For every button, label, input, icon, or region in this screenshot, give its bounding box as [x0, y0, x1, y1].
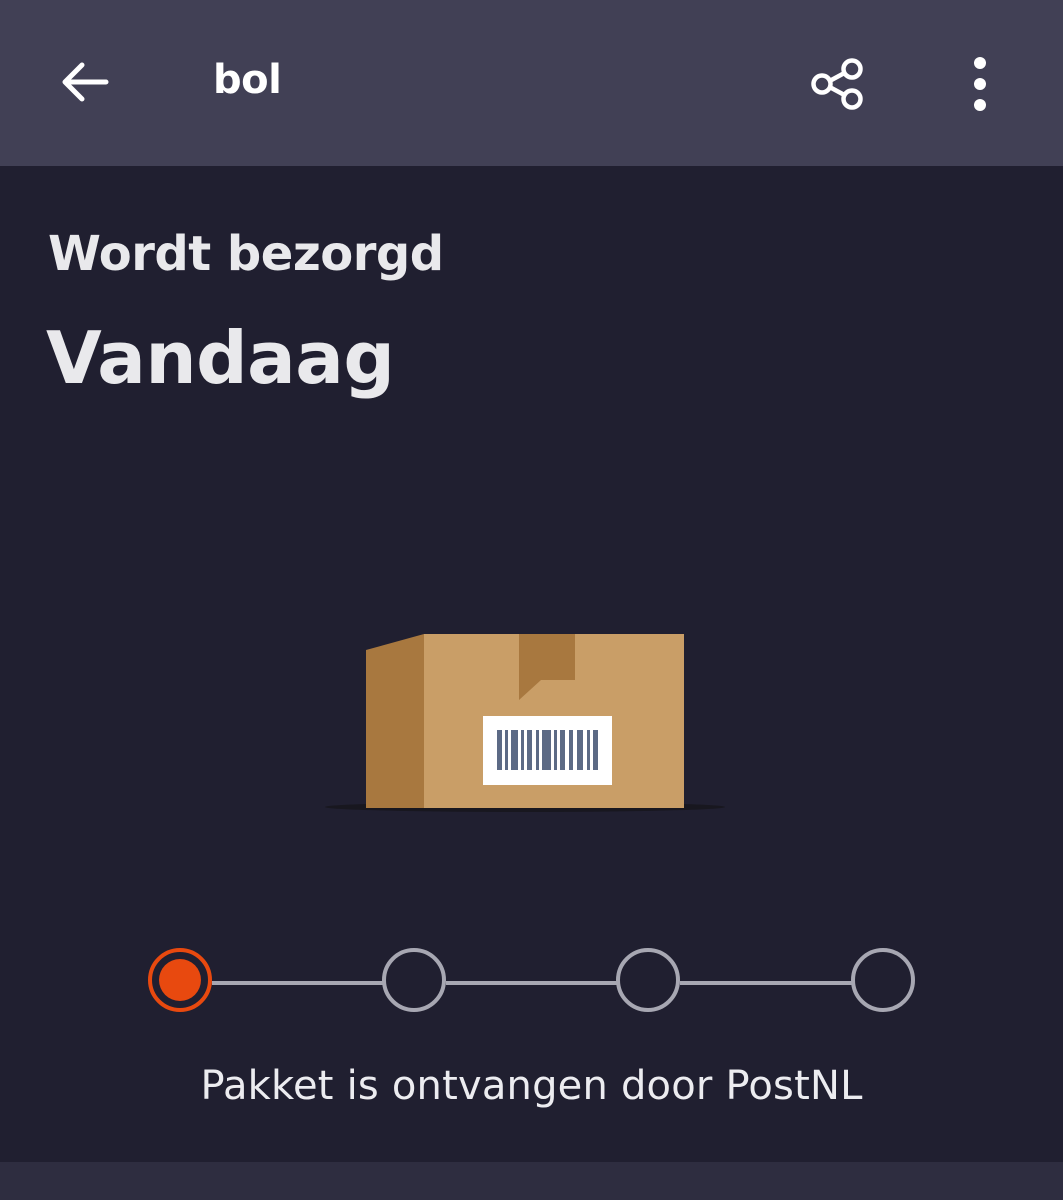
- progress-status-message: Pakket is ontvangen door PostNL: [200, 1063, 863, 1109]
- more-options-button[interactable]: [942, 42, 1018, 126]
- bottom-panel-edge: [0, 1162, 1063, 1200]
- back-button[interactable]: [46, 44, 122, 120]
- progress-step-1[interactable]: [148, 948, 212, 1012]
- delivery-day: Vandaag: [46, 316, 395, 400]
- share-icon: [811, 58, 863, 110]
- arrow-left-icon: [62, 62, 109, 102]
- progress-connector: [212, 981, 384, 985]
- progress-connector: [446, 981, 618, 985]
- app-bar: bol: [0, 0, 1063, 166]
- app-title: bol: [213, 57, 282, 103]
- progress-step-4[interactable]: [851, 948, 915, 1012]
- progress-step-3[interactable]: [616, 948, 680, 1012]
- progress-step-2[interactable]: [382, 948, 446, 1012]
- share-button[interactable]: [796, 42, 880, 126]
- package-box-icon: [325, 634, 725, 812]
- delivery-status-label: Wordt bezorgd: [48, 226, 444, 282]
- more-vertical-icon: [974, 57, 986, 111]
- active-step-dot: [159, 959, 201, 1001]
- delivery-progress-tracker: [0, 940, 1063, 1030]
- progress-connector: [680, 981, 852, 985]
